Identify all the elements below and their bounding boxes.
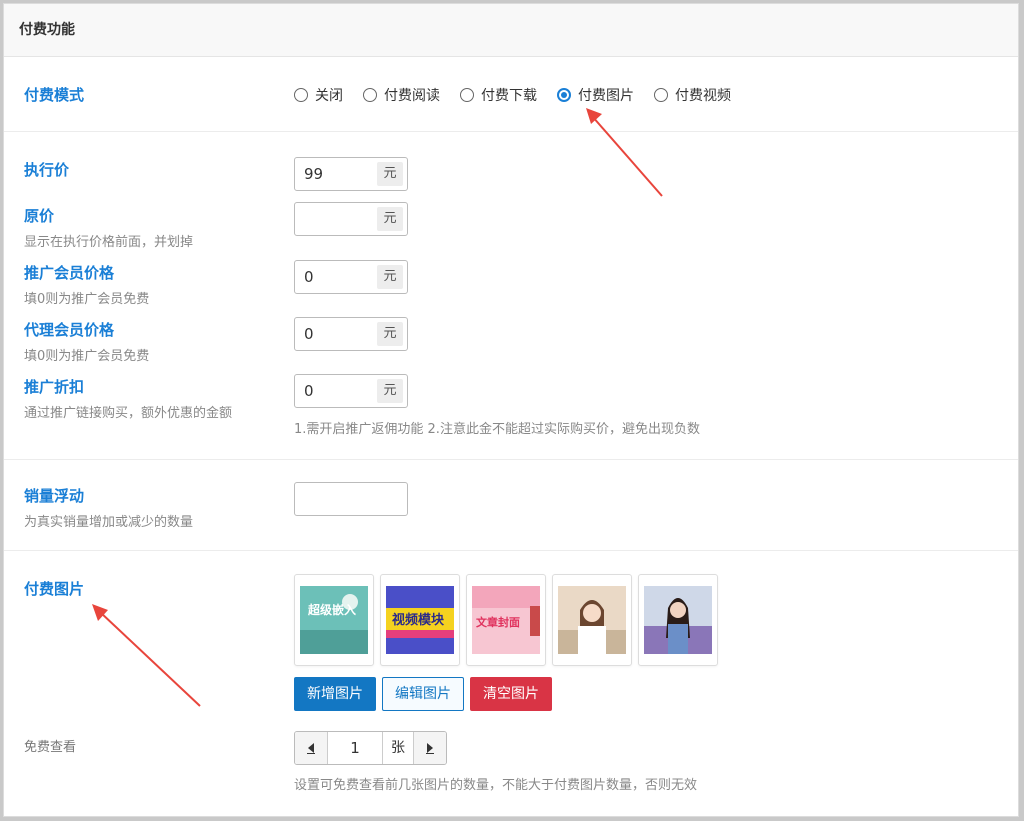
edit-image-button[interactable]: 编辑图片 bbox=[382, 677, 464, 711]
radio-circle[interactable] bbox=[654, 88, 668, 102]
thumbnail-2-art: 视频模块 bbox=[386, 586, 454, 654]
sales-float-input[interactable] bbox=[294, 482, 408, 516]
promo-member-price-input[interactable]: 0 元 bbox=[294, 260, 408, 294]
thumbnail-5-art bbox=[644, 586, 712, 654]
add-image-button[interactable]: 新增图片 bbox=[294, 677, 376, 711]
paid-images-label-block: 付费图片 bbox=[24, 580, 85, 598]
image-thumbnail[interactable]: 文章封面 bbox=[466, 574, 546, 666]
thumbnail-image-4 bbox=[558, 586, 626, 654]
promo-discount-hint: 1.需开启推广返佣功能 2.注意此金不能超过实际购买价，避免出现负数 bbox=[294, 422, 700, 437]
image-thumbnail[interactable] bbox=[638, 574, 718, 666]
price-label-block: 执行价 bbox=[24, 161, 70, 179]
caret-left-icon bbox=[307, 743, 315, 754]
thumbnail-3-text: 文章封面 bbox=[476, 615, 520, 629]
thumbnail-1-art: 超级嵌入 bbox=[300, 586, 368, 654]
image-action-buttons: 新增图片 编辑图片 清空图片 bbox=[294, 677, 558, 711]
radio-circle-checked[interactable] bbox=[557, 88, 571, 102]
radio-paid-download[interactable]: 付费下载 bbox=[460, 85, 537, 105]
decrement-button[interactable] bbox=[295, 732, 328, 764]
sales-float-label-block: 销量浮动 为真实销量增加或减少的数量 bbox=[24, 487, 194, 530]
divider bbox=[4, 131, 1018, 132]
thumbnail-image-5 bbox=[644, 586, 712, 654]
promo-discount-label-block: 推广折扣 通过推广链接购买，额外优惠的金额 bbox=[24, 378, 233, 421]
caret-right-icon bbox=[426, 743, 434, 754]
agent-member-price-input[interactable]: 0 元 bbox=[294, 317, 408, 351]
promo-discount-input[interactable]: 0 元 bbox=[294, 374, 408, 408]
paid-feature-panel: 付费功能 付费模式 关闭 付费阅读 付费下载 付费图片 付费视频 执行价 99 bbox=[3, 3, 1019, 817]
radio-paid-reading[interactable]: 付费阅读 bbox=[363, 85, 440, 105]
original-price-label-block: 原价 显示在执行价格前面，并划掉 bbox=[24, 207, 194, 250]
free-view-label-block: 免费查看 bbox=[24, 740, 77, 755]
thumbnail-1-text: 超级嵌入 bbox=[307, 602, 356, 617]
thumbnail-2-text: 视频模块 bbox=[392, 612, 445, 628]
free-view-value[interactable]: 1 bbox=[328, 732, 382, 764]
radio-circle[interactable] bbox=[363, 88, 377, 102]
clear-image-button[interactable]: 清空图片 bbox=[470, 677, 552, 711]
thumbnail-image-2: 视频模块 bbox=[386, 586, 454, 654]
pay-mode-label: 付费模式 bbox=[24, 86, 85, 104]
thumbnail-image-1: 超级嵌入 bbox=[300, 586, 368, 654]
divider bbox=[4, 459, 1018, 460]
pay-mode-radio-group: 关闭 付费阅读 付费下载 付费图片 付费视频 bbox=[294, 85, 751, 105]
free-view-stepper[interactable]: 1 张 bbox=[294, 731, 447, 765]
free-view-hint: 设置可免费查看前几张图片的数量，不能大于付费图片数量，否则无效 bbox=[294, 778, 698, 793]
image-thumbnail[interactable]: 超级嵌入 bbox=[294, 574, 374, 666]
price-input[interactable]: 99 元 bbox=[294, 157, 408, 191]
image-thumbnail[interactable]: 视频模块 bbox=[380, 574, 460, 666]
radio-circle[interactable] bbox=[294, 88, 308, 102]
increment-button[interactable] bbox=[414, 732, 446, 764]
thumbnail-4-art bbox=[558, 586, 626, 654]
original-price-input[interactable]: 元 bbox=[294, 202, 408, 236]
thumbnail-image-3: 文章封面 bbox=[472, 586, 540, 654]
free-view-unit: 张 bbox=[382, 732, 414, 764]
thumbnail-3-art: 文章封面 bbox=[472, 586, 540, 654]
radio-paid-video[interactable]: 付费视频 bbox=[654, 85, 731, 105]
agent-member-price-label-block: 代理会员价格 填0则为推广会员免费 bbox=[24, 321, 150, 364]
radio-circle[interactable] bbox=[460, 88, 474, 102]
paid-images-gallery: 超级嵌入 视频模块 文章封面 bbox=[294, 574, 724, 666]
promo-member-price-label-block: 推广会员价格 填0则为推广会员免费 bbox=[24, 264, 150, 307]
radio-paid-images[interactable]: 付费图片 bbox=[557, 85, 634, 105]
image-thumbnail[interactable] bbox=[552, 574, 632, 666]
panel-title: 付费功能 bbox=[4, 4, 1018, 57]
divider bbox=[4, 550, 1018, 551]
radio-close[interactable]: 关闭 bbox=[294, 85, 343, 105]
